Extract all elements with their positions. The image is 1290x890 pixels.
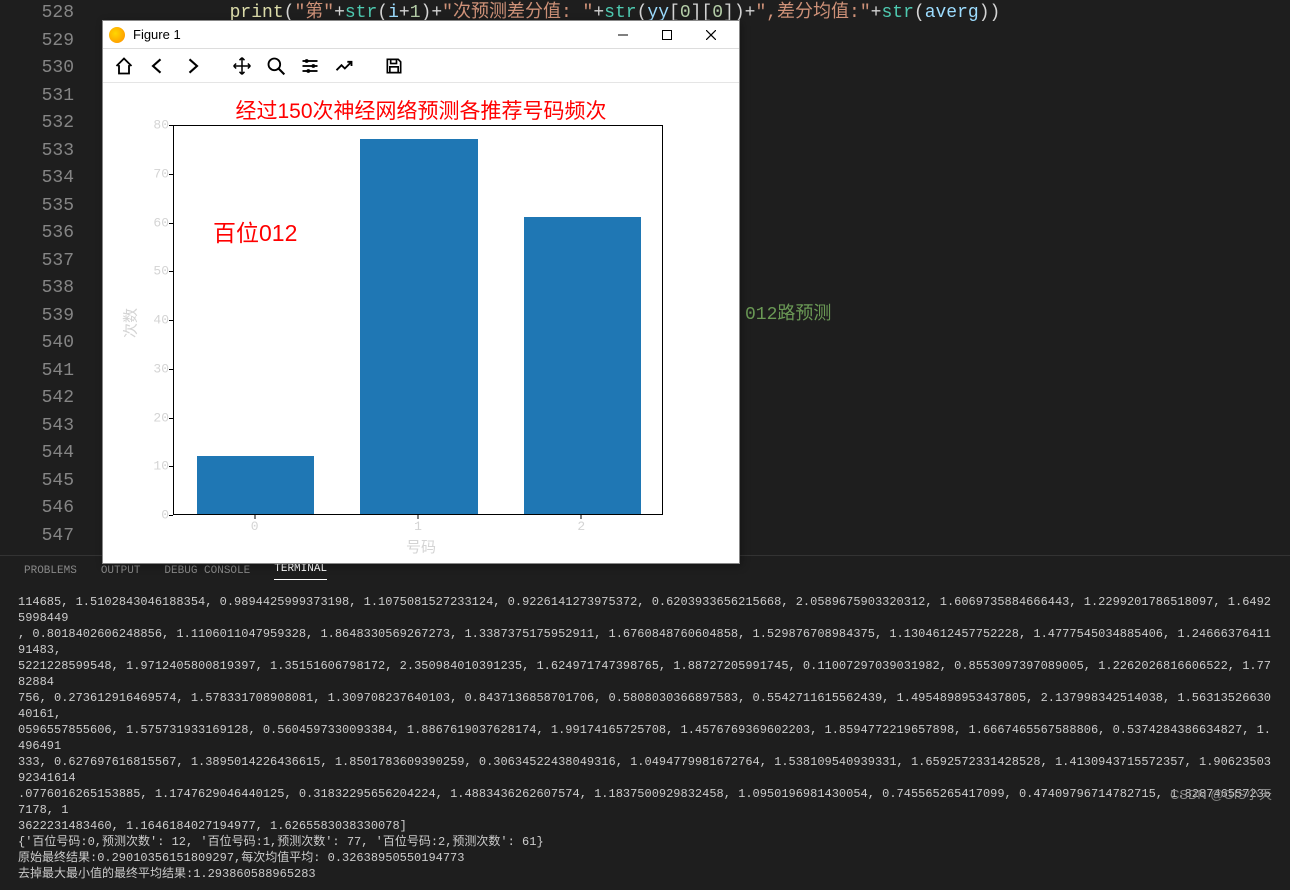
line-number: 540 xyxy=(0,330,74,358)
matplotlib-toolbar xyxy=(103,49,739,83)
chart-ytick-label: 70 xyxy=(143,166,169,181)
window-title: Figure 1 xyxy=(133,27,601,42)
line-number: 546 xyxy=(0,495,74,523)
line-number: 539 xyxy=(0,303,74,331)
configure-icon[interactable] xyxy=(331,53,357,79)
home-icon[interactable] xyxy=(111,53,137,79)
line-number: 544 xyxy=(0,440,74,468)
window-titlebar[interactable]: Figure 1 xyxy=(103,21,739,49)
chart-ytick-label: 40 xyxy=(143,313,169,328)
line-number: 534 xyxy=(0,165,74,193)
chart-xtick-label: 2 xyxy=(577,519,585,534)
chart-bar xyxy=(197,456,315,515)
chart-xlabel: 号码 xyxy=(103,536,739,557)
line-number: 542 xyxy=(0,385,74,413)
line-number: 536 xyxy=(0,220,74,248)
chart-xtick-label: 0 xyxy=(251,519,259,534)
tab-problems[interactable]: PROBLEMS xyxy=(24,565,77,577)
line-number: 533 xyxy=(0,138,74,166)
zoom-icon[interactable] xyxy=(263,53,289,79)
code-partial-comment: 012路预测 xyxy=(745,302,831,330)
chart-xtick-label: 1 xyxy=(414,519,422,534)
line-number: 532 xyxy=(0,110,74,138)
line-number: 545 xyxy=(0,468,74,496)
window-maximize-button[interactable] xyxy=(645,22,689,48)
line-number: 541 xyxy=(0,358,74,386)
watermark: CSDN @GIS小天 xyxy=(1170,784,1272,803)
window-close-button[interactable] xyxy=(689,22,733,48)
line-number: 537 xyxy=(0,248,74,276)
chart-canvas: 经过150次神经网络预测各推荐号码频次 次数 号码 百位012 01020304… xyxy=(103,83,739,563)
chart-ylabel: 次数 xyxy=(120,308,141,338)
chart-ytick-label: 20 xyxy=(143,410,169,425)
chart-ytick-label: 0 xyxy=(143,508,169,523)
window-minimize-button[interactable] xyxy=(601,22,645,48)
tab-terminal[interactable]: TERMINAL xyxy=(274,563,327,580)
line-number-gutter: 5285295305315325335345355365375385395405… xyxy=(0,0,100,555)
save-icon[interactable] xyxy=(381,53,407,79)
line-number: 528 xyxy=(0,0,74,28)
line-number: 529 xyxy=(0,28,74,56)
chart-plot-area xyxy=(173,125,663,515)
line-number: 531 xyxy=(0,83,74,111)
forward-icon[interactable] xyxy=(179,53,205,79)
figure-app-icon xyxy=(109,27,125,43)
chart-ytick-label: 30 xyxy=(143,361,169,376)
chart-title: 经过150次神经网络预测各推荐号码频次 xyxy=(103,95,739,125)
back-icon[interactable] xyxy=(145,53,171,79)
subplots-icon[interactable] xyxy=(297,53,323,79)
line-number: 543 xyxy=(0,413,74,441)
matplotlib-window[interactable]: Figure 1 经过150次神经网络预测各推荐号码频次 次数 号码 百位0 xyxy=(102,20,740,564)
chart-bar xyxy=(360,139,478,514)
line-number: 530 xyxy=(0,55,74,83)
line-number: 547 xyxy=(0,523,74,551)
chart-ytick-label: 80 xyxy=(143,118,169,133)
terminal-output[interactable]: 114685, 1.5102843046188354, 0.9894425999… xyxy=(0,586,1290,890)
tab-debug-console[interactable]: DEBUG CONSOLE xyxy=(164,565,250,577)
chart-ytick-label: 50 xyxy=(143,264,169,279)
line-number: 538 xyxy=(0,275,74,303)
chart-annotation: 百位012 xyxy=(213,214,297,248)
chart-ytick-label: 10 xyxy=(143,459,169,474)
chart-ytick-label: 60 xyxy=(143,215,169,230)
pan-icon[interactable] xyxy=(229,53,255,79)
tab-output[interactable]: OUTPUT xyxy=(101,565,141,577)
line-number: 535 xyxy=(0,193,74,221)
chart-bar xyxy=(524,217,642,514)
bottom-panel: PROBLEMS OUTPUT DEBUG CONSOLE TERMINAL 1… xyxy=(0,555,1290,809)
